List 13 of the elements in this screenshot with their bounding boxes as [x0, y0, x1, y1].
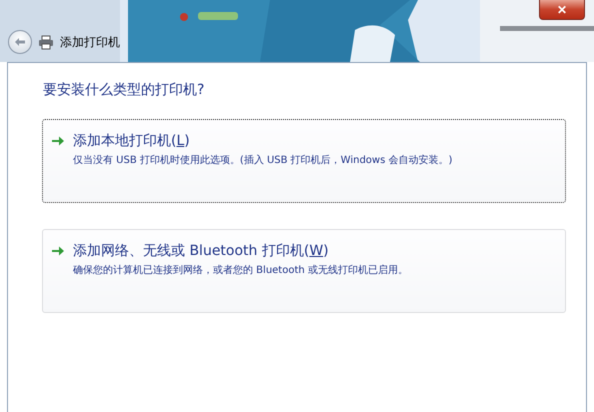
option-title: 添加网络、无线或 Bluetooth 打印机(W): [73, 242, 330, 260]
option-description: 确保您的计算机已连接到网络，或者您的 Bluetooth 或无线打印机已启用。: [73, 264, 408, 277]
arrow-icon: [51, 135, 65, 147]
window-title: 添加打印机: [60, 34, 120, 50]
printer-icon: [38, 34, 54, 50]
back-arrow-icon: [14, 37, 26, 47]
option-button[interactable]: 添加本地打印机(L) 仅当没有 USB 打印机时使用此选项。(插入 USB 打印机后，Windows 会自动安装。): [42, 119, 566, 203]
option-button[interactable]: 添加网络、无线或 Bluetooth 打印机(W) 确保您的计算机已连接到网络，或者您的 Bluetooth 或无线打印机已启用。: [42, 229, 566, 313]
arrow-icon: [51, 245, 65, 257]
option-description: 仅当没有 USB 打印机时使用此选项。(插入 USB 打印机后，Windows 会自动安装。): [73, 154, 452, 167]
close-button[interactable]: ✕: [539, 0, 585, 20]
option-title: 添加本地打印机(L): [73, 132, 191, 150]
page-heading: 要安装什么类型的打印机?: [43, 81, 206, 99]
